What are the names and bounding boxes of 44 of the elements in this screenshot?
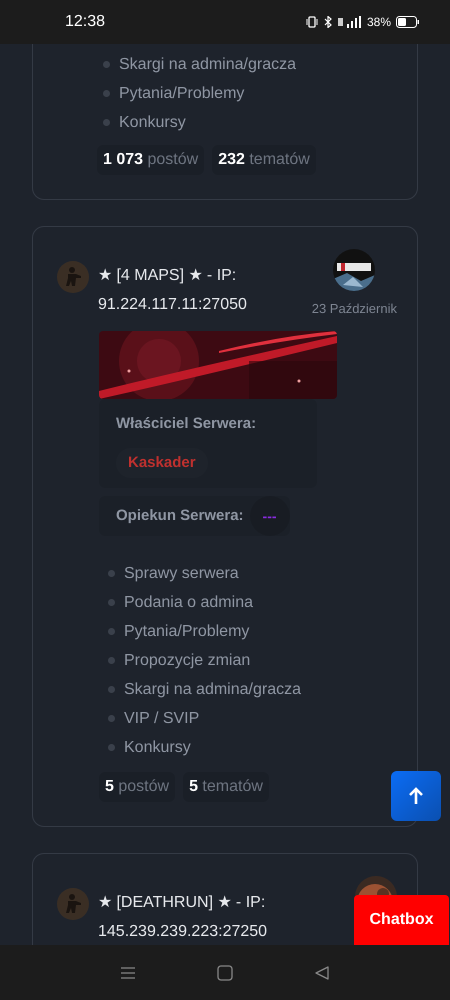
bullet-icon <box>108 686 115 693</box>
stat-badge: 5 tematów <box>183 772 269 802</box>
bullet-icon <box>103 61 110 68</box>
bullet-icon <box>108 599 115 606</box>
owner-label: Właściciel Serwera: <box>116 414 258 434</box>
bullet-icon <box>108 744 115 751</box>
category-link[interactable]: VIP / SVIP <box>124 708 200 729</box>
forum-title[interactable]: ★ [4 MAPS] ★ - IP: 91.224.117.11:27050 <box>98 261 298 319</box>
back-icon[interactable] <box>314 964 330 980</box>
category-link[interactable]: Skargi na admina/gracza <box>124 679 301 700</box>
chatbox-button[interactable]: Chatbox <box>354 895 449 945</box>
stat-badge: 1 073 postów <box>97 145 204 175</box>
battery-percent: 38% <box>366 14 391 31</box>
vibrate-icon <box>306 16 318 28</box>
category-link[interactable]: Skargi na admina/gracza <box>119 54 296 75</box>
home-icon[interactable] <box>216 964 233 980</box>
avatar-icon <box>57 261 89 293</box>
bullet-icon <box>108 570 115 577</box>
arrow-up-icon <box>408 787 424 805</box>
category-link[interactable]: Podania o admina <box>124 592 253 613</box>
category-link[interactable]: Pytania/Problemy <box>124 621 250 642</box>
bullet-icon <box>108 715 115 722</box>
category-link[interactable]: Konkursy <box>124 737 191 758</box>
scroll-top-button[interactable] <box>391 771 441 821</box>
caretaker-value: --- <box>250 496 290 536</box>
category-link[interactable]: Konkursy <box>119 112 186 133</box>
bullet-icon <box>108 657 115 664</box>
category-link[interactable]: Propozycje zmian <box>124 650 250 671</box>
category-link[interactable]: Pytania/Problemy <box>119 83 244 104</box>
clock: 12:38 <box>65 12 106 32</box>
category-link[interactable]: Sprawy serwera <box>124 563 239 584</box>
bluetooth-icon <box>322 16 333 28</box>
menu-icon[interactable] <box>120 966 136 980</box>
forum-title[interactable]: ★ [DEATHRUN] ★ - IP: 145.239.239.223:27250 <box>98 888 298 945</box>
bullet-icon <box>103 119 110 126</box>
bullet-icon <box>108 628 115 635</box>
signal-icon <box>338 16 362 28</box>
stat-badge: 5 postów <box>99 772 176 802</box>
battery-icon <box>396 16 420 28</box>
stat-badge: 232 tematów <box>212 145 316 175</box>
avatar-icon <box>57 888 89 920</box>
bullet-icon <box>103 90 110 97</box>
last-post-date: 23 Październik <box>312 300 397 318</box>
caretaker-label: Opiekun Serwera: <box>116 506 244 526</box>
